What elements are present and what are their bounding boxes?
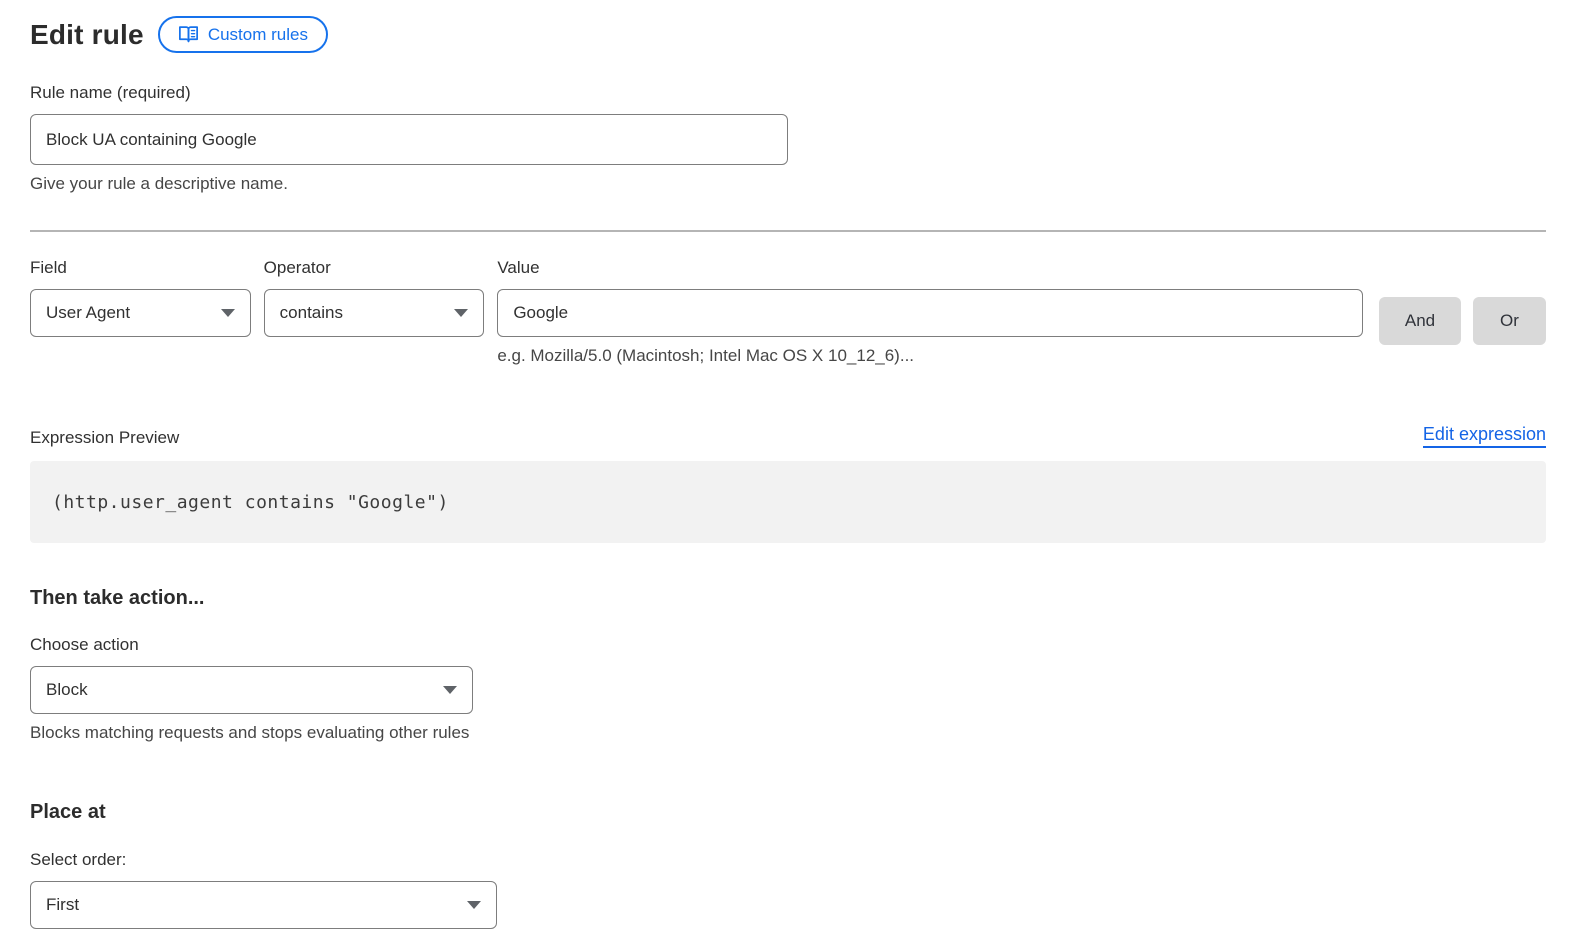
expression-section: Expression Preview Edit expression (http… <box>30 424 1546 543</box>
value-helper: e.g. Mozilla/5.0 (Macintosh; Intel Mac O… <box>497 346 1363 366</box>
condition-row: Field User Agent Operator contains Value… <box>30 258 1546 366</box>
operator-column: Operator contains <box>264 258 485 337</box>
action-select[interactable]: Block <box>30 666 473 714</box>
edit-rule-page: Edit rule Custom rules Rule name (requir… <box>0 0 1587 929</box>
choose-action-label: Choose action <box>30 635 1546 655</box>
chevron-down-icon <box>454 309 468 317</box>
chevron-down-icon <box>221 309 235 317</box>
expression-preview-label: Expression Preview <box>30 428 179 448</box>
operator-select[interactable]: contains <box>264 289 485 337</box>
operator-label: Operator <box>264 258 485 278</box>
expression-preview-box: (http.user_agent contains "Google") <box>30 461 1546 543</box>
field-label: Field <box>30 258 251 278</box>
value-column: Value e.g. Mozilla/5.0 (Macintosh; Intel… <box>497 258 1363 366</box>
action-helper: Blocks matching requests and stops evalu… <box>30 723 1546 743</box>
custom-rules-button[interactable]: Custom rules <box>158 16 328 53</box>
action-section: Then take action... Choose action Block … <box>30 587 1546 743</box>
rule-name-input[interactable] <box>30 114 788 165</box>
page-title: Edit rule <box>30 19 144 51</box>
order-selected-value: First <box>46 895 79 915</box>
or-button[interactable]: Or <box>1473 297 1546 345</box>
and-button[interactable]: And <box>1379 297 1461 345</box>
open-book-icon <box>178 25 199 44</box>
chevron-down-icon <box>443 686 457 694</box>
field-select[interactable]: User Agent <box>30 289 251 337</box>
action-heading: Then take action... <box>30 587 1546 610</box>
placement-section: Place at Select order: First <box>30 801 1546 929</box>
rule-name-helper: Give your rule a descriptive name. <box>30 174 1546 194</box>
operator-selected-value: contains <box>280 303 343 323</box>
rule-name-label: Rule name (required) <box>30 83 1546 103</box>
section-divider <box>30 230 1546 232</box>
place-at-heading: Place at <box>30 801 1546 824</box>
action-selected-value: Block <box>46 680 88 700</box>
edit-expression-link[interactable]: Edit expression <box>1423 424 1546 448</box>
page-header: Edit rule Custom rules <box>30 16 1546 53</box>
rule-name-section: Rule name (required) Give your rule a de… <box>30 83 1546 194</box>
value-input[interactable] <box>497 289 1363 337</box>
expression-header: Expression Preview Edit expression <box>30 424 1546 448</box>
expression-code: (http.user_agent contains "Google") <box>52 492 449 513</box>
field-selected-value: User Agent <box>46 303 130 323</box>
chevron-down-icon <box>467 901 481 909</box>
custom-rules-label: Custom rules <box>208 25 308 45</box>
field-column: Field User Agent <box>30 258 251 337</box>
order-select[interactable]: First <box>30 881 497 929</box>
value-label: Value <box>497 258 1363 278</box>
select-order-label: Select order: <box>30 850 1546 870</box>
logic-buttons: And Or <box>1379 258 1546 345</box>
